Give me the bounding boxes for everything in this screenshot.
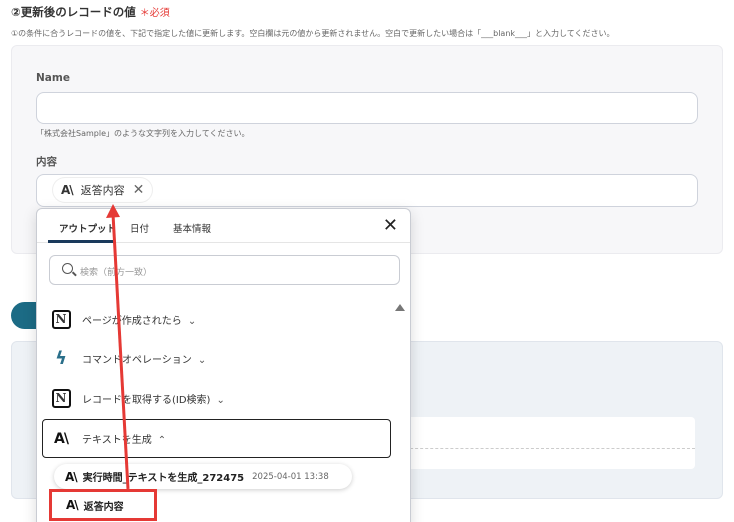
annotation-arrow <box>106 204 130 490</box>
